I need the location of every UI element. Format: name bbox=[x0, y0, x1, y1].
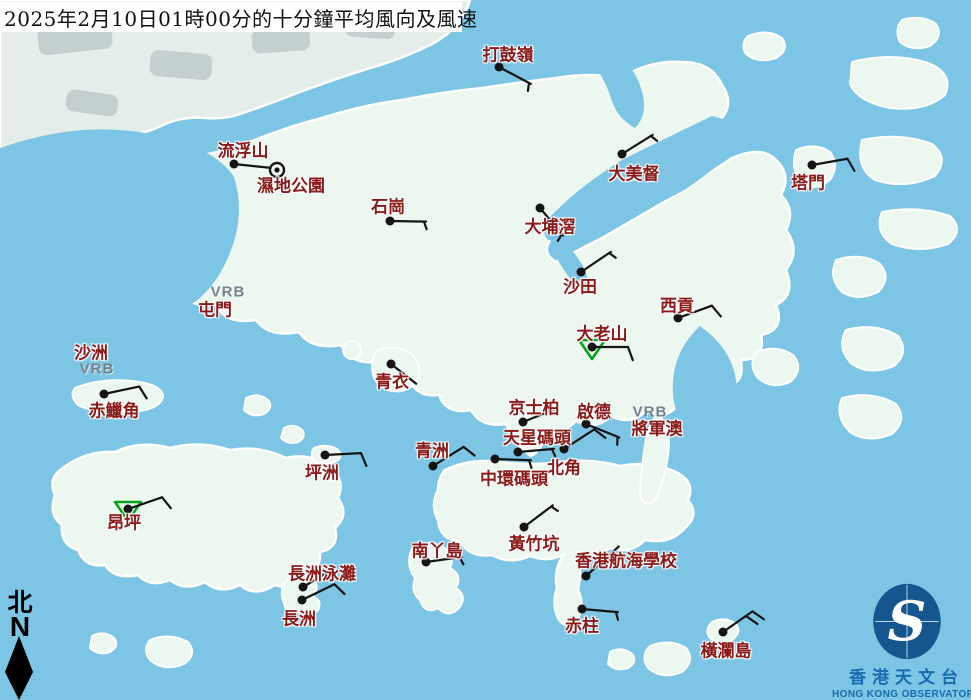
hko-logo: S 香港天文台 HONG KONG OBSERVATORY bbox=[842, 582, 971, 700]
wind-barb-half-feather bbox=[528, 83, 529, 91]
hko-logo-name-zh: 香港天文台 bbox=[849, 663, 964, 688]
wind-barb-shaft bbox=[495, 459, 531, 460]
compass: 北 N bbox=[2, 590, 38, 641]
map-title-bar: 2025年2月10日01時00分的十分鐘平均風向及風速 bbox=[0, 2, 462, 32]
land-chek-lap-kok bbox=[73, 380, 163, 412]
svg-text:S: S bbox=[887, 589, 926, 653]
hko-logo-icon: S bbox=[870, 582, 944, 661]
wind-barb-shaft bbox=[390, 221, 426, 222]
calm-dot-icon bbox=[274, 167, 279, 172]
hong-kong-map bbox=[0, 0, 971, 700]
hko-logo-name-en: HONG KONG OBSERVATORY bbox=[832, 689, 971, 700]
compass-north-letter: N bbox=[10, 613, 30, 641]
water-deep-bay bbox=[0, 129, 239, 323]
wind-map: 打鼓嶺流浮山濕地公園石崗大美督塔門大埔滘沙田西貢屯門VRB大老山沙洲VRB赤鱲角… bbox=[0, 0, 971, 700]
map-title: 2025年2月10日01時00分的十分鐘平均風向及風速 bbox=[4, 3, 477, 32]
land-ma-wan bbox=[343, 341, 361, 359]
land-tsing-yi bbox=[372, 348, 419, 392]
